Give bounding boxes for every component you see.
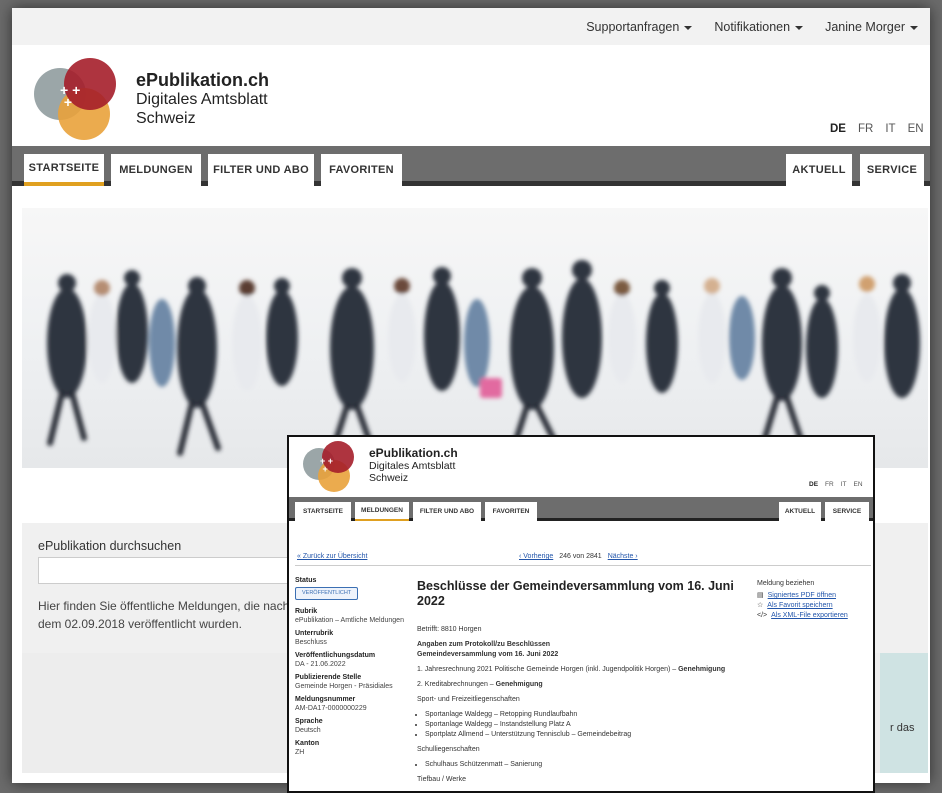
search-title: ePublikation durchsuchen (38, 539, 182, 553)
lang-en[interactable]: EN (853, 481, 862, 488)
tab-meldungen[interactable]: MELDUNGEN (111, 154, 201, 186)
lang-it[interactable]: IT (885, 123, 895, 135)
caret-down-icon (795, 25, 804, 30)
star-icon: ☆ (757, 602, 764, 609)
teaser-box: r das (880, 653, 928, 773)
divider (295, 565, 871, 566)
caret-down-icon (910, 25, 918, 30)
back-to-overview-link[interactable]: « Zurück zur Übersicht (297, 553, 367, 560)
tab-service[interactable]: SERVICE (825, 502, 869, 521)
inset-main-nav: STARTSEITE MELDUNGEN FILTER UND ABO FAVO… (289, 497, 873, 521)
tab-meldungen[interactable]: MELDUNGEN (355, 502, 409, 521)
inset-language-switcher: DE FR IT EN (809, 481, 863, 488)
tab-filter-und-abo[interactable]: FILTER UND ABO (208, 154, 314, 186)
tab-aktuell[interactable]: AKTUELL (786, 154, 852, 186)
user-menu[interactable]: Janine Morger (825, 20, 918, 34)
hero-crowd-illustration (47, 260, 920, 456)
signed-pdf-link[interactable]: ▤ Signiertes PDF öffnen (757, 591, 872, 601)
lang-de[interactable]: DE (830, 123, 846, 135)
xml-export-link[interactable]: </> Als XML-File exportieren (757, 611, 872, 621)
hero-image (22, 208, 928, 468)
tab-favoriten[interactable]: FAVORITEN (321, 154, 402, 186)
search-input[interactable] (38, 557, 288, 584)
caret-down-icon (684, 25, 693, 30)
lang-fr[interactable]: FR (858, 123, 873, 135)
inset-brand-text: ePublikation.ch Digitales Amtsblatt Schw… (369, 446, 458, 485)
list-school: Schulhaus Schützenmatt – Sanierung (417, 760, 747, 770)
pager-count: 246 von 2841 (559, 553, 602, 560)
lang-fr[interactable]: FR (825, 481, 834, 488)
lang-de[interactable]: DE (809, 481, 818, 488)
detail-main: Beschlüsse der Gemeindeversammlung vom 1… (417, 579, 747, 790)
tab-filter-und-abo[interactable]: FILTER UND ABO (413, 502, 481, 521)
language-switcher: DE FR IT EN (830, 123, 924, 135)
download-panel: Meldung beziehen ▤ Signiertes PDF öffnen … (757, 579, 872, 621)
code-icon: </> (757, 612, 768, 619)
notifications-menu[interactable]: Notifikationen (714, 20, 804, 34)
prev-link[interactable]: ‹ Vorherige (519, 553, 553, 560)
next-link[interactable]: Nächste › (608, 553, 638, 560)
list-item: Sportplatz Allmend – Unterstützung Tenni… (425, 730, 747, 740)
logo-plus-icon: + + + (60, 82, 81, 110)
logo[interactable]: + + + (34, 56, 124, 141)
tab-service[interactable]: SERVICE (860, 154, 924, 186)
list-item: Sportanlage Waldegg – Retopping Rundlauf… (425, 710, 747, 720)
logo-plus-icon: + + + (320, 456, 334, 474)
detail-title: Beschlüsse der Gemeindeversammlung vom 1… (417, 579, 734, 608)
inset-logo[interactable]: + + + (303, 440, 359, 492)
list-sport: Sportanlage Waldegg – Retopping Rundlauf… (417, 710, 747, 740)
search-info-text: Hier finden Sie öffentliche Meldungen, d… (38, 599, 290, 631)
top-bar: Supportanfragen Notifikationen Janine Mo… (12, 8, 930, 45)
status-badge: VERÖFFENTLICHT (295, 587, 359, 600)
support-menu[interactable]: Supportanfragen (586, 20, 693, 34)
main-nav: STARTSEITE MELDUNGEN FILTER UND ABO FAVO… (12, 146, 930, 186)
tab-favoriten[interactable]: FAVORITEN (485, 502, 537, 521)
tab-startseite[interactable]: STARTSEITE (295, 502, 351, 521)
list-item: Schulhaus Schützenmatt – Sanierung (425, 760, 747, 770)
pager: ‹ Vorherige 246 von 2841 Nächste › (519, 553, 638, 560)
pdf-icon: ▤ (757, 592, 764, 599)
list-item: Sportanlage Waldegg – Instandstellung Pl… (425, 720, 747, 730)
tab-startseite[interactable]: STARTSEITE (24, 154, 104, 186)
meta-sidebar: Status VERÖFFENTLICHT Rubrik ePublikatio… (295, 577, 404, 756)
lang-en[interactable]: EN (908, 123, 924, 135)
lang-it[interactable]: IT (841, 481, 847, 488)
favorite-link[interactable]: ☆ Als Favorit speichern (757, 601, 872, 611)
tab-aktuell[interactable]: AKTUELL (779, 502, 821, 521)
detail-page-overlay: + + + ePublikation.ch Digitales Amtsblat… (287, 435, 875, 793)
brand-text: ePublikation.ch Digitales Amtsblatt Schw… (136, 70, 270, 127)
